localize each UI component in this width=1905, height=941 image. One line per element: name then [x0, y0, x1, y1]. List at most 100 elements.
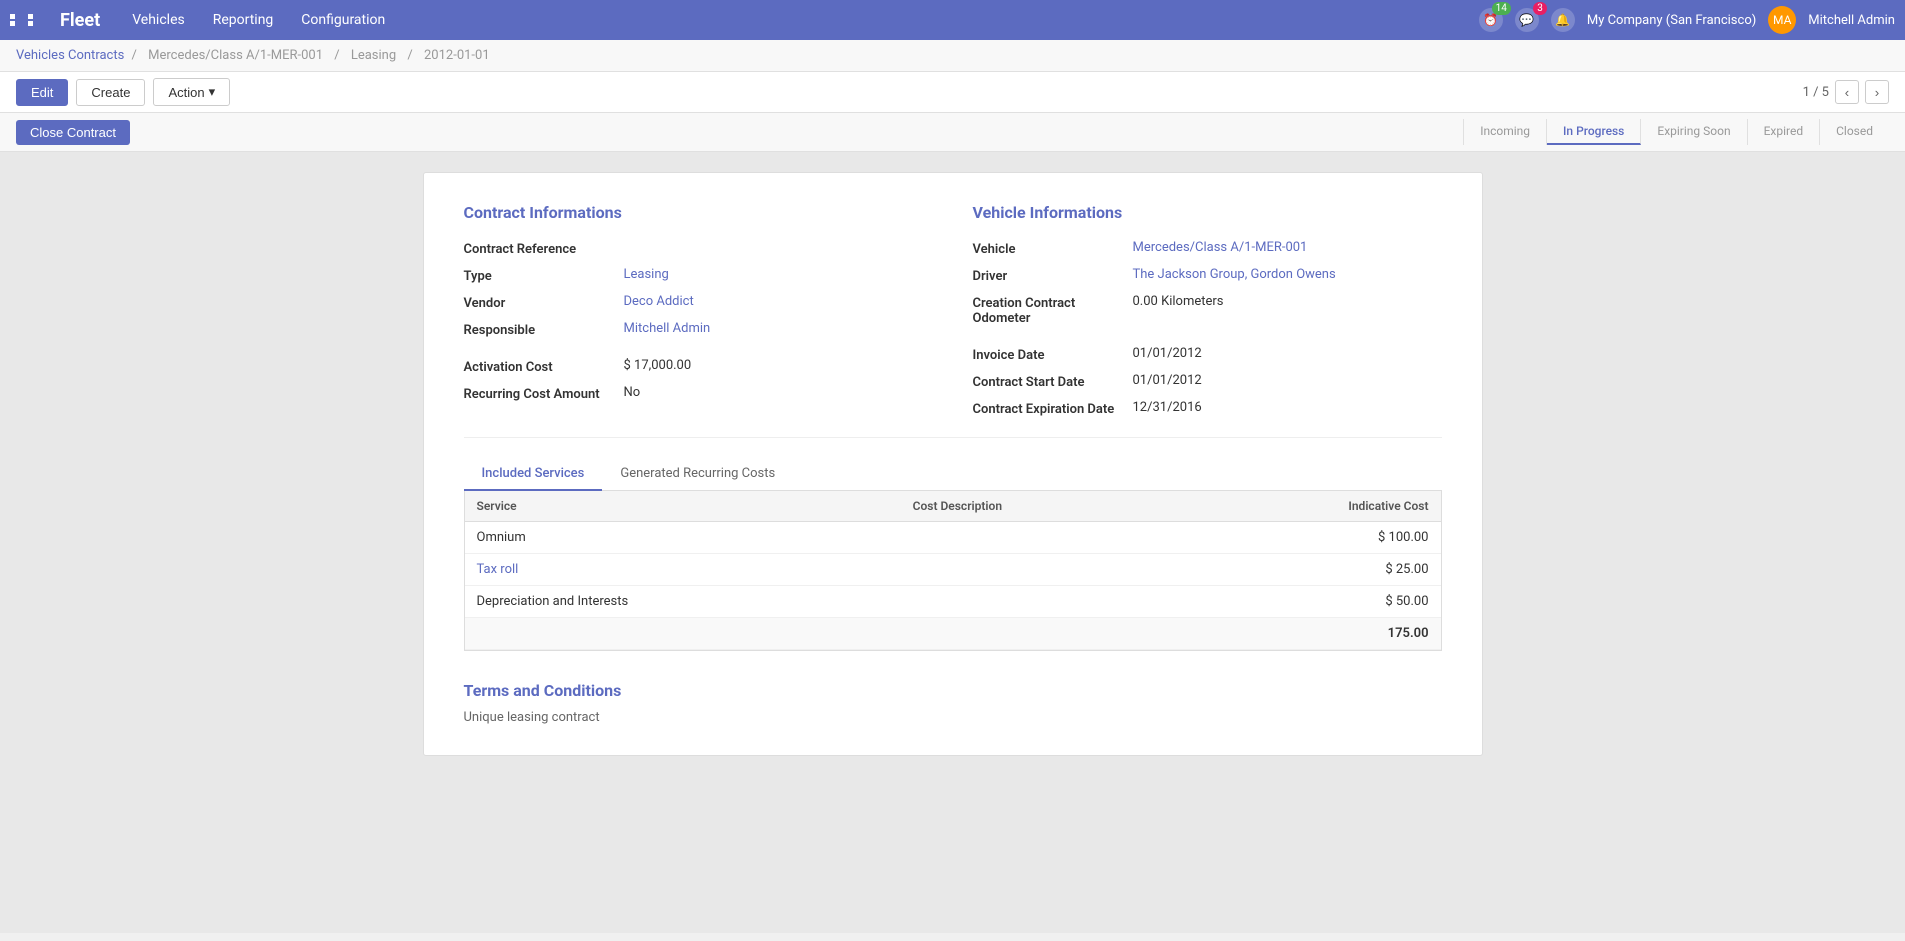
table-total-row: 175.00 — [465, 618, 1441, 650]
col-service: Service — [465, 491, 901, 522]
cost-depreciation: $ 50.00 — [1182, 586, 1440, 618]
status-in-progress[interactable]: In Progress — [1547, 119, 1641, 145]
chevron-down-icon: ▾ — [209, 84, 216, 100]
value-odometer: 0.00 Kilometers — [1133, 294, 1442, 309]
value-invoice-date: 01/01/2012 — [1133, 346, 1442, 361]
responsible-link[interactable]: Mitchell Admin — [624, 321, 711, 336]
services-table: Service Cost Description Indicative Cost… — [465, 491, 1441, 650]
total-value: 175.00 — [1182, 618, 1440, 650]
table-body: Omnium $ 100.00 Tax roll $ 25.00 Depreci… — [465, 522, 1441, 650]
service-taxroll: Tax roll — [465, 554, 901, 586]
tab-content-included-services: Service Cost Description Indicative Cost… — [464, 491, 1442, 651]
table-row: Depreciation and Interests $ 50.00 — [465, 586, 1441, 618]
toolbar: Edit Create Action ▾ 1 / 5 ‹ › — [0, 72, 1905, 113]
navbar: Fleet Vehicles Reporting Configuration ⏰… — [0, 0, 1905, 40]
contract-info-section: Contract Informations Contract Reference… — [464, 203, 933, 417]
driver-link[interactable]: The Jackson Group, Gordon Owens — [1133, 267, 1336, 282]
cost-taxroll: $ 25.00 — [1182, 554, 1440, 586]
app-brand[interactable]: Fleet — [10, 10, 100, 31]
breadcrumb: Vehicles Contracts / Mercedes/Class A/1-… — [0, 40, 1905, 72]
terms-title: Terms and Conditions — [464, 681, 1442, 700]
messages-badge: 3 — [1533, 2, 1547, 15]
contract-action-bar: Close Contract Incoming In Progress Expi… — [0, 113, 1905, 152]
divider — [464, 437, 1442, 438]
taxroll-link[interactable]: Tax roll — [477, 562, 519, 577]
label-type: Type — [464, 267, 624, 284]
label-invoice-date: Invoice Date — [973, 346, 1133, 363]
tab-generated-recurring-costs[interactable]: Generated Recurring Costs — [602, 458, 793, 491]
breadcrumb-sep1: / — [132, 48, 141, 63]
value-vehicle: Mercedes/Class A/1-MER-001 — [1133, 240, 1442, 255]
pager-prev-button[interactable]: ‹ — [1835, 80, 1859, 104]
label-start-date: Contract Start Date — [973, 373, 1133, 390]
company-selector[interactable]: My Company (San Francisco) — [1587, 13, 1756, 28]
label-vendor: Vendor — [464, 294, 624, 311]
navbar-menu: Vehicles Reporting Configuration — [120, 8, 1479, 32]
vehicle-info-title: Vehicle Informations — [973, 203, 1442, 222]
bell-icon[interactable]: 🔔 — [1551, 8, 1575, 32]
terms-section: Terms and Conditions Unique leasing cont… — [464, 681, 1442, 725]
user-name: Mitchell Admin — [1808, 13, 1895, 28]
type-link[interactable]: Leasing — [624, 267, 669, 282]
close-contract-button[interactable]: Close Contract — [16, 120, 130, 145]
service-omnium: Omnium — [465, 522, 901, 554]
table-header-row: Service Cost Description Indicative Cost — [465, 491, 1441, 522]
table-row: Tax roll $ 25.00 — [465, 554, 1441, 586]
value-vendor: Deco Addict — [624, 294, 933, 309]
table-row: Omnium $ 100.00 — [465, 522, 1441, 554]
breadcrumb-sep3: / — [407, 48, 416, 63]
contract-fields: Contract Reference Type Leasing Vendor D… — [464, 240, 933, 338]
cost-omnium: $ 100.00 — [1182, 522, 1440, 554]
value-type: Leasing — [624, 267, 933, 282]
vehicle-info-section: Vehicle Informations Vehicle Mercedes/Cl… — [973, 203, 1442, 417]
total-spacer — [465, 618, 1183, 650]
value-expiration-date: 12/31/2016 — [1133, 400, 1442, 415]
navbar-configuration[interactable]: Configuration — [289, 8, 397, 32]
vendor-link[interactable]: Deco Addict — [624, 294, 694, 309]
action-label: Action — [168, 85, 204, 100]
cost-desc-taxroll — [901, 554, 1182, 586]
action-button[interactable]: Action ▾ — [153, 78, 230, 106]
value-start-date: 01/01/2012 — [1133, 373, 1442, 388]
label-responsible: Responsible — [464, 321, 624, 338]
cost-desc-omnium — [901, 522, 1182, 554]
vehicle-date-fields: Invoice Date 01/01/2012 Contract Start D… — [973, 346, 1442, 417]
value-recurring-cost: No — [624, 385, 933, 400]
vehicle-link[interactable]: Mercedes/Class A/1-MER-001 — [1133, 240, 1308, 255]
status-expired[interactable]: Expired — [1748, 119, 1821, 145]
navbar-reporting[interactable]: Reporting — [201, 8, 286, 32]
tab-included-services[interactable]: Included Services — [464, 458, 603, 491]
label-expiration-date: Contract Expiration Date — [973, 400, 1133, 417]
value-responsible: Mitchell Admin — [624, 321, 933, 336]
status-bar: Incoming In Progress Expiring Soon Expir… — [1463, 119, 1889, 145]
breadcrumb-vehicles-contracts[interactable]: Vehicles Contracts — [16, 48, 124, 63]
navbar-vehicles[interactable]: Vehicles — [120, 8, 197, 32]
status-incoming[interactable]: Incoming — [1463, 119, 1547, 145]
col-cost-description: Cost Description — [901, 491, 1182, 522]
tabs: Included Services Generated Recurring Co… — [464, 458, 1442, 491]
clock-icon-wrapper[interactable]: ⏰ 14 — [1479, 8, 1503, 32]
grid-icon — [10, 14, 44, 26]
main-content: Contract Informations Contract Reference… — [0, 152, 1905, 933]
pager-next-button[interactable]: › — [1865, 80, 1889, 104]
create-button[interactable]: Create — [76, 79, 145, 106]
status-closed[interactable]: Closed — [1820, 119, 1889, 145]
label-contract-reference: Contract Reference — [464, 240, 624, 257]
label-vehicle: Vehicle — [973, 240, 1133, 257]
edit-button[interactable]: Edit — [16, 79, 68, 106]
value-driver: The Jackson Group, Gordon Owens — [1133, 267, 1442, 282]
terms-text: Unique leasing contract — [464, 710, 1442, 725]
status-expiring-soon[interactable]: Expiring Soon — [1641, 119, 1747, 145]
breadcrumb-mercedes: Mercedes/Class A/1-MER-001 — [148, 48, 323, 63]
value-activation-cost: $ 17,000.00 — [624, 358, 933, 373]
col-indicative-cost: Indicative Cost — [1182, 491, 1440, 522]
label-driver: Driver — [973, 267, 1133, 284]
vehicle-fields: Vehicle Mercedes/Class A/1-MER-001 Drive… — [973, 240, 1442, 326]
label-activation-cost: Activation Cost — [464, 358, 624, 375]
navbar-right: ⏰ 14 💬 3 🔔 My Company (San Francisco) MA… — [1479, 6, 1895, 34]
cost-desc-depreciation — [901, 586, 1182, 618]
contract-info-title: Contract Informations — [464, 203, 933, 222]
notifications-badge: 14 — [1492, 2, 1511, 15]
chat-icon-wrapper[interactable]: 💬 3 — [1515, 8, 1539, 32]
pager-text: 1 / 5 — [1803, 85, 1829, 100]
